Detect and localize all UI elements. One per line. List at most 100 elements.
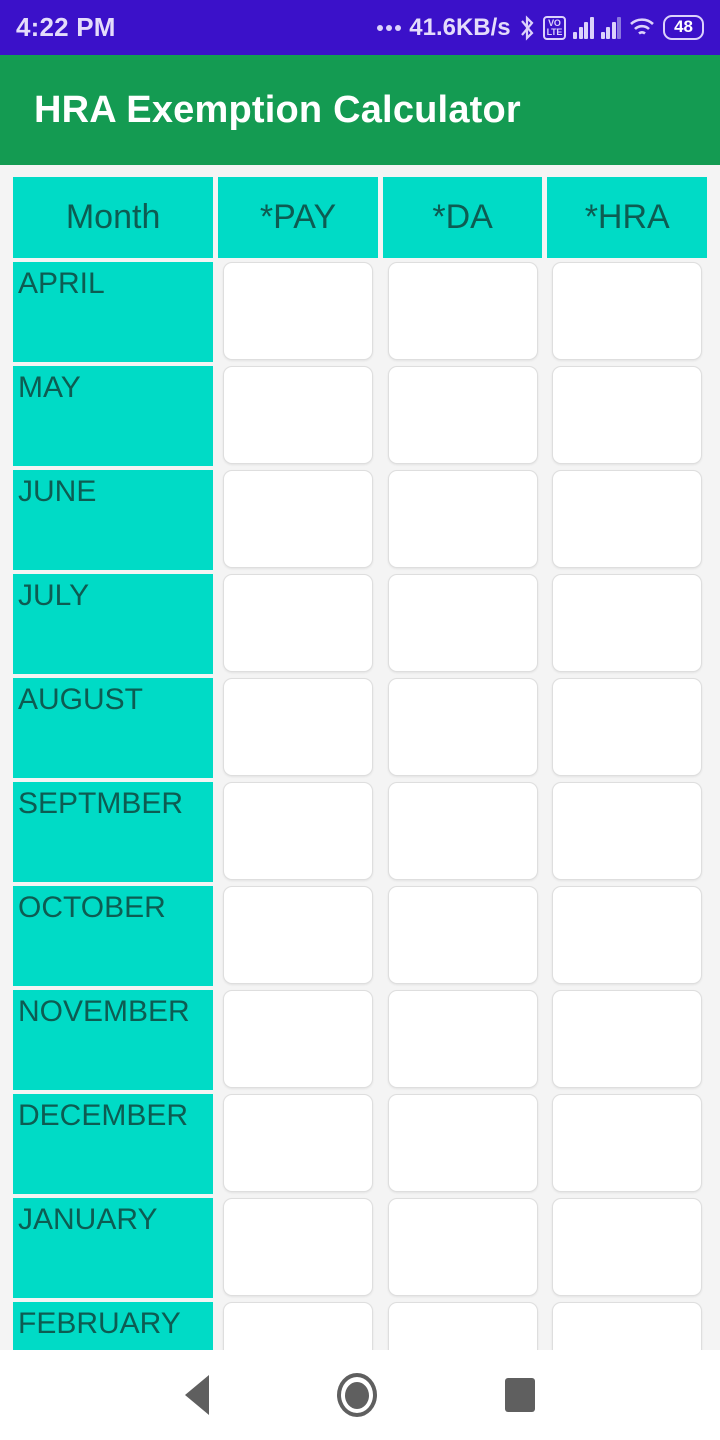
volte-bottom-label: LTE [546, 26, 563, 37]
pay-input-cell [218, 470, 378, 568]
column-header-pay: *PAY [218, 177, 378, 258]
hra-input[interactable] [552, 366, 703, 464]
pay-input[interactable] [223, 678, 374, 776]
table-row: OCTOBER [0, 886, 720, 986]
month-label: APRIL [13, 262, 214, 362]
hra-input-cell [547, 574, 707, 672]
hra-input-cell [547, 470, 707, 568]
hra-input-cell [547, 990, 707, 1088]
da-input[interactable] [387, 678, 538, 776]
table-row: AUGUST [0, 678, 720, 778]
recents-icon[interactable] [505, 1378, 535, 1412]
hra-input-cell [547, 1302, 707, 1350]
signal-bars-icon [600, 16, 622, 39]
month-label: NOVEMBER [13, 990, 214, 1090]
month-label: FEBRUARY [13, 1302, 214, 1350]
status-bar-clock: 4:22 PM [16, 12, 116, 42]
pay-input[interactable] [223, 470, 374, 568]
da-input-cell [383, 470, 543, 568]
pay-input[interactable] [223, 886, 374, 984]
da-input[interactable] [387, 574, 538, 672]
volte-icon: VO LTE [542, 15, 567, 40]
table-body: APRIL MAY JUNE JULY AUGUST SEPTMBER OCTOBER NOV… [0, 262, 720, 1350]
month-label: DECEMBER [13, 1094, 214, 1194]
pay-input-cell [218, 1198, 378, 1296]
status-bar-icons: 41.6KB/s VO LTE 48 [377, 14, 704, 42]
da-input[interactable] [387, 470, 538, 568]
da-input-cell [383, 574, 543, 672]
month-label: JULY [13, 574, 214, 674]
pay-input[interactable] [223, 574, 374, 672]
month-label: AUGUST [13, 678, 214, 778]
back-icon[interactable] [185, 1375, 209, 1415]
pay-input-cell [218, 262, 378, 360]
hra-input-cell [547, 1198, 707, 1296]
hra-input[interactable] [552, 1094, 703, 1192]
da-input[interactable] [387, 990, 538, 1088]
hra-input-cell [547, 678, 707, 776]
pay-input-cell [218, 990, 378, 1088]
hra-input-cell [547, 782, 707, 880]
hra-table: Month *PAY *DA *HRA APRIL MAY JUNE JULY AUGU… [0, 165, 720, 1350]
hra-input[interactable] [552, 574, 703, 672]
pay-input-cell [218, 1094, 378, 1192]
da-input[interactable] [387, 366, 538, 464]
hra-input[interactable] [552, 262, 703, 360]
da-input[interactable] [387, 1302, 538, 1350]
home-icon[interactable] [337, 1373, 377, 1417]
month-label: JUNE [13, 470, 214, 570]
month-label: JANUARY [13, 1198, 214, 1298]
da-input[interactable] [387, 1198, 538, 1296]
da-input[interactable] [387, 886, 538, 984]
status-bar: 4:22 PM 41.6KB/s VO LTE 48 [0, 0, 720, 55]
table-row: JUNE [0, 470, 720, 570]
da-input-cell [383, 1094, 543, 1192]
month-label: MAY [13, 366, 214, 466]
hra-input[interactable] [552, 1198, 703, 1296]
table-row: DECEMBER [0, 1094, 720, 1194]
column-header-da: *DA [382, 177, 543, 258]
da-input[interactable] [387, 262, 538, 360]
hra-input[interactable] [552, 1302, 703, 1350]
hra-input[interactable] [552, 470, 703, 568]
column-header-month: Month [13, 177, 214, 258]
pay-input-cell [218, 366, 378, 464]
da-input[interactable] [387, 782, 538, 880]
hra-input-cell [547, 262, 707, 360]
hra-input-cell [547, 366, 707, 464]
network-speed-label: 41.6KB/s [409, 13, 511, 41]
hra-input[interactable] [552, 990, 703, 1088]
pay-input[interactable] [223, 262, 374, 360]
da-input-cell [383, 1302, 543, 1350]
table-row: FEBRUARY [0, 1302, 720, 1350]
column-header-hra: *HRA [547, 177, 708, 258]
pay-input[interactable] [223, 1094, 374, 1192]
pay-input[interactable] [223, 1198, 374, 1296]
bluetooth-icon [518, 14, 536, 41]
wifi-icon [628, 16, 656, 40]
month-label: SEPTMBER [13, 782, 214, 882]
android-navigation-bar [0, 1350, 720, 1440]
pay-input-cell [218, 574, 378, 672]
pay-input-cell [218, 1302, 378, 1350]
table-row: JANUARY [0, 1198, 720, 1298]
hra-input[interactable] [552, 678, 703, 776]
da-input-cell [383, 678, 543, 776]
signal-bars-icon [573, 16, 594, 39]
pay-input[interactable] [223, 782, 374, 880]
pay-input[interactable] [223, 1302, 374, 1350]
month-label: OCTOBER [13, 886, 214, 986]
table-header-row: Month *PAY *DA *HRA [0, 165, 720, 258]
da-input-cell [383, 886, 543, 984]
hra-input[interactable] [552, 782, 703, 880]
da-input[interactable] [387, 1094, 538, 1192]
da-input-cell [383, 1198, 543, 1296]
pay-input-cell [218, 678, 378, 776]
pay-input[interactable] [223, 366, 374, 464]
pay-input-cell [218, 782, 378, 880]
table-row: NOVEMBER [0, 990, 720, 1090]
app-bar: HRA Exemption Calculator [0, 55, 720, 165]
hra-input-cell [547, 886, 707, 984]
pay-input[interactable] [223, 990, 374, 1088]
hra-input[interactable] [552, 886, 703, 984]
